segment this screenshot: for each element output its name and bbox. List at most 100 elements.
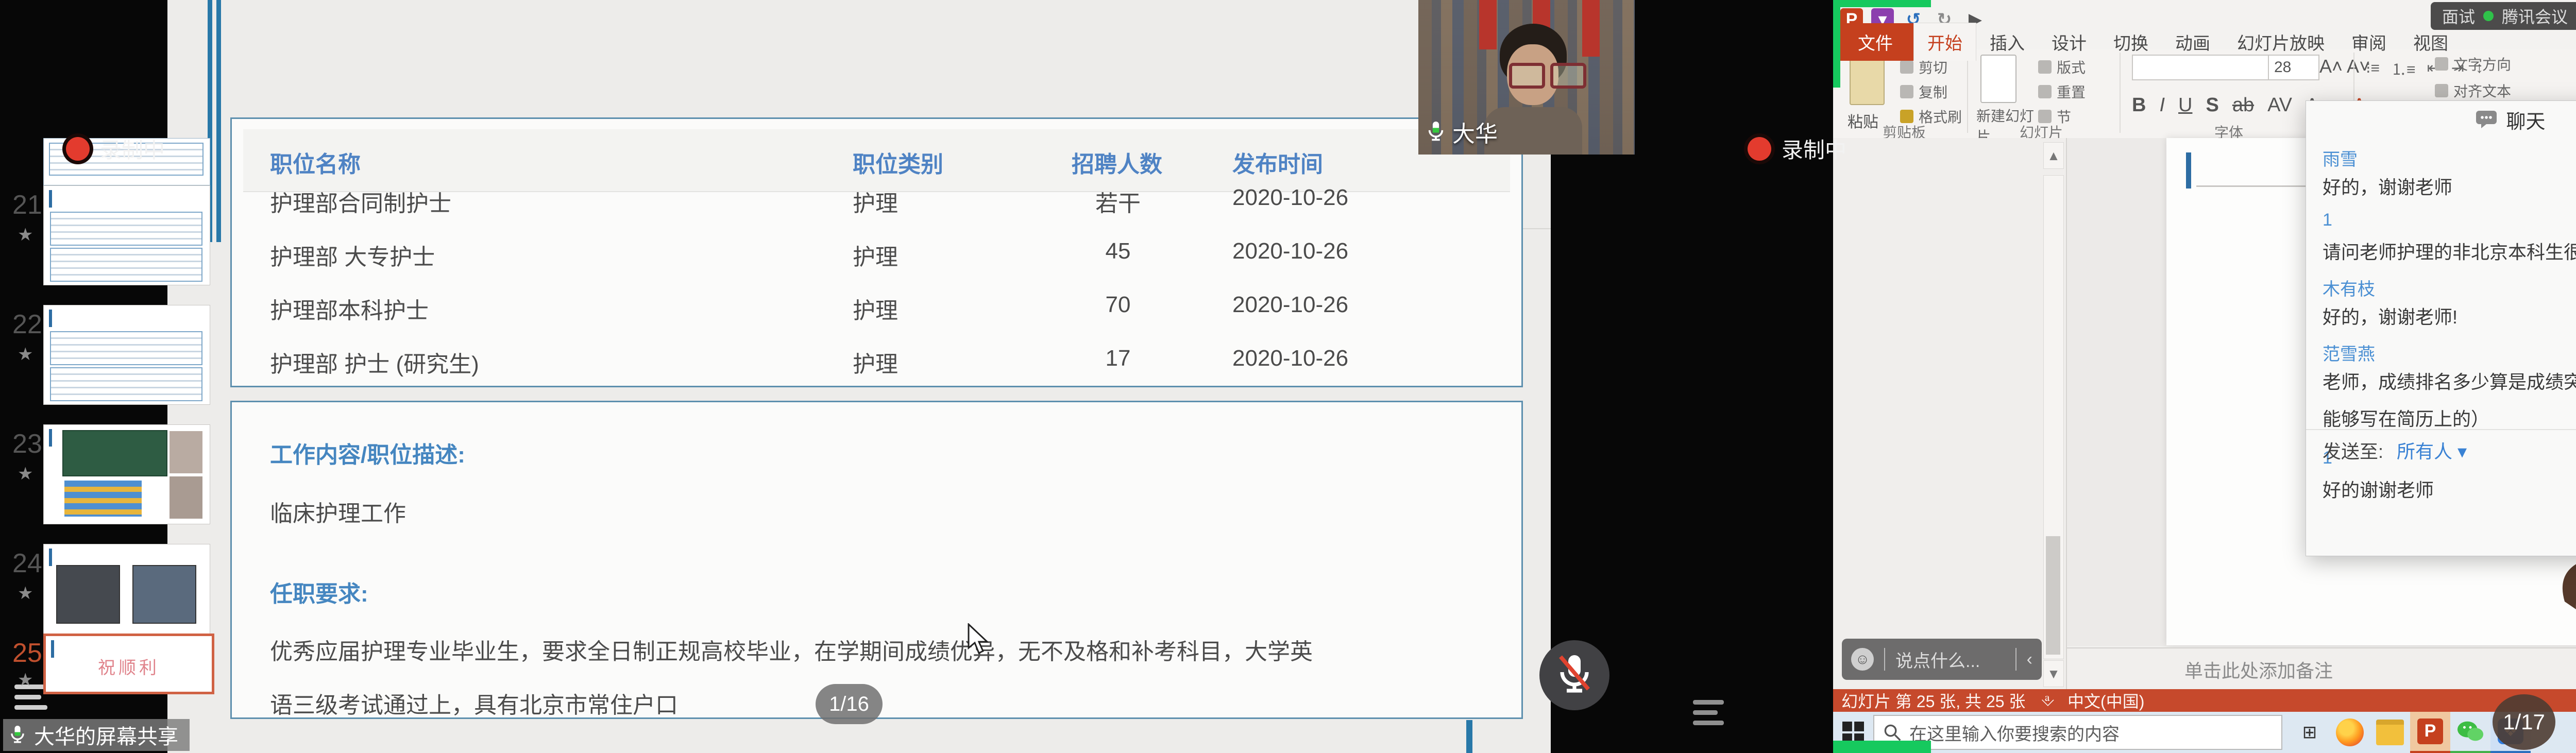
tab-file[interactable]: 文件 xyxy=(1837,23,1913,61)
task-view-icon[interactable]: ⊞ xyxy=(2290,713,2330,752)
cell-count: 70 xyxy=(1072,292,1164,318)
chat-message: 老师，成绩排名多少算是成绩突出呢（就是能够写在简历上的） xyxy=(2323,364,2576,438)
col-header-category: 职位类别 xyxy=(853,146,943,179)
cell-category: 护理 xyxy=(853,185,898,218)
network-status-icon xyxy=(2483,11,2494,21)
file-explorer-icon[interactable] xyxy=(2370,713,2410,752)
chat-input-area[interactable] xyxy=(2323,477,2576,539)
collapse-chevron-icon[interactable]: ‹ xyxy=(2027,649,2032,670)
spellcheck-icon[interactable]: ⎀ xyxy=(2041,691,2054,710)
page-indicator-text: 1/16 xyxy=(829,693,869,716)
search-icon xyxy=(1884,724,1901,741)
thumbnails-scroll-up[interactable]: ▲ xyxy=(2043,142,2064,169)
red-couplet xyxy=(1582,0,1600,57)
chat-message: 请问老师护理的非北京本科生很难留京嘛? xyxy=(2323,234,2576,271)
firefox-icon[interactable] xyxy=(2330,713,2370,752)
underline-button[interactable]: U xyxy=(2178,94,2192,116)
chat-sender[interactable]: 范雪燕 xyxy=(2323,340,2375,365)
mic-on-icon xyxy=(8,723,27,747)
job-description-title: 工作内容/职位描述: xyxy=(270,436,465,469)
chat-sender[interactable]: 木有枝 xyxy=(2323,275,2375,300)
thumbnails-scrollbar[interactable] xyxy=(2043,175,2064,659)
mute-microphone-button[interactable] xyxy=(1539,640,1609,710)
requirements-title: 任职要求: xyxy=(270,575,368,608)
animation-star-icon: ★ xyxy=(18,670,33,690)
send-to-row: 发送至: 所有人 ▾ xyxy=(2323,437,2467,464)
notes-placeholder: 单击此处添加备注 xyxy=(2184,656,2333,683)
chat-message: 好的，谢谢老师 xyxy=(2323,169,2576,206)
cell-position: 护理部 大专护士 xyxy=(270,238,435,271)
mouse-cursor xyxy=(967,623,990,655)
glasses xyxy=(1509,63,1586,89)
danmaku-placeholder: 说点什么... xyxy=(1895,647,1980,672)
cell-position: 护理部 护士 (研究生) xyxy=(270,346,479,379)
slide-thumbnail-24[interactable] xyxy=(43,544,210,644)
tab-insert[interactable]: 插入 xyxy=(1976,23,2038,61)
strikethrough-button[interactable]: ab xyxy=(2232,94,2254,116)
chat-sender[interactable]: 1 xyxy=(2323,210,2332,230)
thumbnails-scroll-down[interactable]: ▼ xyxy=(2043,660,2064,687)
tab-home[interactable]: 开始 xyxy=(1913,23,1976,61)
powerpoint-taskbar-icon[interactable]: P xyxy=(2410,712,2450,753)
chat-title-bar[interactable]: 聊天 xyxy=(2306,101,2576,138)
language-label[interactable]: 中文(中国) xyxy=(2067,689,2144,712)
slide-thumbnail-25-selected[interactable]: 祝顺利 xyxy=(43,634,214,694)
thumbnail-number: 24 xyxy=(12,548,42,579)
slide-title-caret xyxy=(2186,152,2191,189)
meeting-floating-bar[interactable]: 面试 腾讯会议 录制中 xyxy=(2431,2,2576,30)
search-placeholder: 在这里输入你要搜索的内容 xyxy=(1909,720,2120,745)
job-description-body: 临床护理工作 xyxy=(270,495,406,528)
slide-counter: 幻灯片 第 25 张, 共 25 张 xyxy=(1841,689,2025,712)
share-border-left xyxy=(1833,0,1840,88)
tab-animations[interactable]: 动画 xyxy=(2162,23,2224,61)
animation-star-icon: ★ xyxy=(18,344,33,365)
notes-pane[interactable]: 单击此处添加备注 xyxy=(2067,647,2576,690)
send-to-dropdown[interactable]: 所有人 ▾ xyxy=(2397,437,2467,464)
slide-thumbnail-panel xyxy=(1833,138,2067,689)
cell-position: 护理部合同制护士 xyxy=(270,185,451,218)
danmaku-input-bar[interactable]: ☺ 说点什么... ‹ xyxy=(1842,639,2042,680)
char-spacing-button[interactable]: AV xyxy=(2267,94,2292,116)
paste-button[interactable]: 粘贴 xyxy=(1848,109,1878,132)
windows-taskbar: 在这里输入你要搜索的内容 ⊞ P ❖ 14°C 晴朗 ^ 中 18:1 xyxy=(1833,712,2576,753)
job-description-card: 工作内容/职位描述: 临床护理工作 任职要求: 优秀应届护理专业毕业生，要求全日… xyxy=(230,401,1523,719)
screen-share-label: 大华的屏幕共享 xyxy=(34,720,178,750)
new-slide-icon[interactable] xyxy=(1980,55,2016,103)
shadow-button[interactable]: S xyxy=(2206,94,2218,116)
thumbnail-number: 22 xyxy=(12,309,42,340)
slide-thumbnail-21[interactable] xyxy=(43,185,210,285)
cell-date: 2020-10-26 xyxy=(1232,185,1348,211)
page-indicator-right: 1/17 xyxy=(2493,694,2555,750)
wechat-icon[interactable] xyxy=(2450,712,2490,753)
bold-button[interactable]: B xyxy=(2132,94,2146,116)
share-border-bottom-left xyxy=(1833,741,1931,753)
chat-sender[interactable]: 雨雪 xyxy=(2323,145,2358,170)
video-tile-dahua[interactable]: 大华 xyxy=(1418,0,1635,155)
split-meeting-recording: 录制中 职位名称 职位类别 招聘人数 发布时间 护理部合同制护士 护理 若干 2… xyxy=(0,0,2576,753)
reset-button[interactable]: 重置 xyxy=(2038,81,2086,102)
send-to-label: 发送至: xyxy=(2323,437,2383,464)
slide-thumbnail-23[interactable] xyxy=(43,424,210,524)
animation-star-icon: ★ xyxy=(18,464,33,484)
chat-message: 好的，谢谢老师! xyxy=(2323,299,2576,336)
meeting-app-name: 腾讯会议 xyxy=(2502,4,2568,28)
align-text-button[interactable]: 对齐文本 xyxy=(2435,80,2511,101)
paste-icon[interactable] xyxy=(1850,54,1885,105)
document-corner-mark xyxy=(1466,720,1472,753)
slide-cartoon-girl xyxy=(2555,553,2576,645)
tab-design[interactable]: 设计 xyxy=(2038,23,2100,61)
emoji-icon[interactable]: ☺ xyxy=(1851,648,1874,671)
slide-thumbnail-22[interactable] xyxy=(43,305,210,405)
tab-review[interactable]: 审阅 xyxy=(2338,23,2400,61)
cell-position: 护理部本科护士 xyxy=(270,292,429,325)
participant-name: 大华 xyxy=(1452,115,1498,148)
more-options-icon[interactable] xyxy=(1693,694,1732,731)
copy-button[interactable]: 复制 xyxy=(1900,81,1947,102)
col-header-position: 职位名称 xyxy=(270,146,361,179)
italic-button[interactable]: I xyxy=(2159,94,2165,116)
tab-transitions[interactable]: 切换 xyxy=(2100,23,2162,61)
screen-share-badge: 大华的屏幕共享 xyxy=(3,719,190,751)
tab-slideshow[interactable]: 幻灯片放映 xyxy=(2224,23,2338,61)
chat-bubble-icon xyxy=(2475,110,2498,129)
taskbar-search-input[interactable]: 在这里输入你要搜索的内容 xyxy=(1873,715,2282,750)
